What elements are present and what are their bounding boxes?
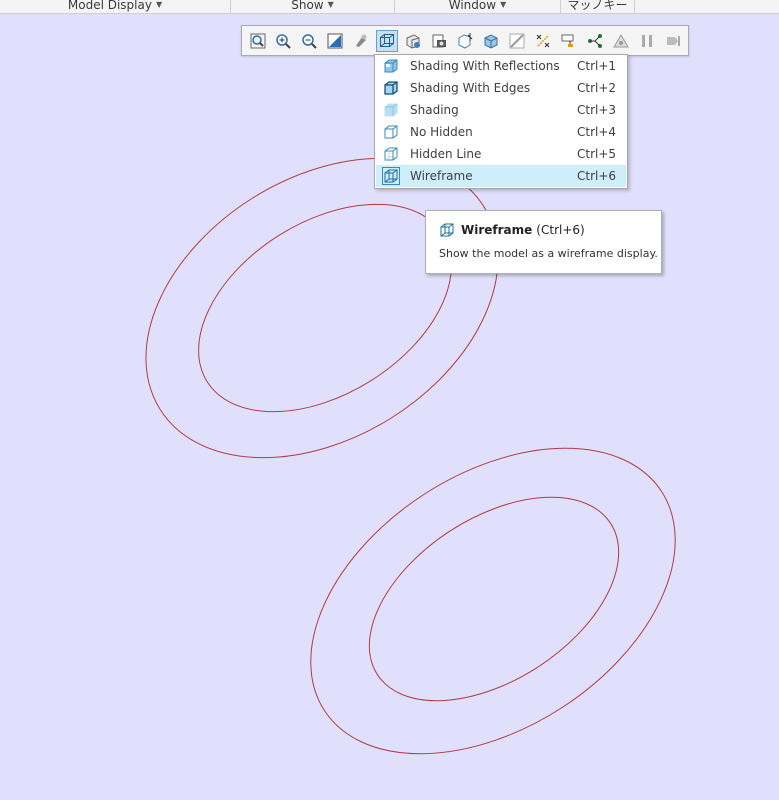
zoom-in-icon	[276, 34, 291, 49]
next-icon	[667, 36, 680, 46]
view-manager-button[interactable]	[402, 30, 424, 52]
perspective-view-button[interactable]	[428, 30, 450, 52]
menu-item-shortcut: Ctrl+1	[577, 59, 617, 73]
display-state-button[interactable]	[610, 30, 632, 52]
menu-item-wireframe[interactable]: Wireframe Ctrl+6	[376, 165, 626, 187]
point-display-button[interactable]	[584, 30, 606, 52]
annotation-display-icon	[509, 33, 525, 49]
no-hidden-icon	[384, 125, 398, 139]
tooltip-title: Wireframe (Ctrl+6)	[461, 223, 585, 237]
menu-item-label: Shading With Reflections	[410, 59, 560, 73]
menu-item-no-hidden[interactable]: No Hidden Ctrl+4	[376, 121, 626, 143]
saved-orientations-button[interactable]	[350, 30, 372, 52]
lower-inner-edge	[368, 496, 620, 702]
wireframe-tooltip: Wireframe (Ctrl+6) Show the model as a wi…	[425, 210, 662, 274]
repaint-icon	[327, 33, 343, 49]
repaint-button[interactable]	[324, 30, 346, 52]
csys-display-button[interactable]	[558, 30, 580, 52]
upper-inner-edge	[198, 203, 452, 413]
spin-center-button[interactable]	[532, 30, 554, 52]
menu-item-shading[interactable]: Shading Ctrl+3	[376, 99, 626, 121]
wireframe-icon	[440, 223, 454, 237]
datum-display-button[interactable]	[480, 30, 502, 52]
display-style-icon	[380, 34, 394, 47]
menu-item-label: Wireframe	[410, 169, 473, 183]
tooltip-title-text: Wireframe	[461, 223, 533, 237]
csys-display-icon	[561, 34, 574, 47]
refit-icon	[250, 33, 266, 49]
zoom-in-button[interactable]	[272, 30, 294, 52]
menu-item-label: Hidden Line	[410, 147, 482, 161]
pause-button[interactable]	[636, 30, 658, 52]
zoom-out-button[interactable]	[298, 30, 320, 52]
pause-icon	[642, 35, 652, 47]
view-manager-icon	[406, 34, 420, 49]
next-button[interactable]	[662, 30, 684, 52]
datum-display-icon	[484, 34, 498, 49]
menu-item-shortcut: Ctrl+3	[577, 103, 617, 117]
menu-item-hidden-line[interactable]: Hidden Line Ctrl+5	[376, 143, 626, 165]
menu-item-shortcut: Ctrl+5	[577, 147, 617, 161]
display-state-icon	[613, 34, 629, 48]
refit-button[interactable]	[247, 30, 269, 52]
spin-center-icon	[536, 34, 550, 48]
display-style-button[interactable]	[376, 30, 398, 52]
menu-item-shading-with-reflections[interactable]: Shading With Reflections Ctrl+1	[376, 55, 626, 77]
menu-item-shortcut: Ctrl+6	[577, 169, 617, 183]
perspective-view-icon	[432, 34, 446, 48]
shading-reflections-icon	[384, 59, 398, 73]
display-style-menu: Shading With Reflections Ctrl+1 Shading …	[374, 54, 628, 189]
wireframe-icon	[382, 167, 400, 185]
shading-icon	[384, 103, 398, 117]
menu-item-label: Shading With Edges	[410, 81, 531, 95]
graphics-toolbar	[241, 25, 689, 56]
annotation-display-button[interactable]	[506, 30, 528, 52]
section-button[interactable]	[454, 30, 476, 52]
tooltip-description: Show the model as a wireframe display.	[439, 247, 658, 260]
menu-item-label: Shading	[410, 103, 459, 117]
menu-item-shortcut: Ctrl+2	[577, 81, 617, 95]
section-icon	[458, 33, 473, 49]
hidden-line-icon	[384, 147, 398, 161]
shading-edges-icon	[384, 81, 398, 95]
saved-orientations-icon	[356, 34, 367, 47]
point-display-icon	[588, 34, 602, 48]
zoom-out-icon	[302, 34, 317, 49]
menu-item-label: No Hidden	[410, 125, 473, 139]
menu-item-shading-with-edges[interactable]: Shading With Edges Ctrl+2	[376, 77, 626, 99]
tooltip-shortcut: (Ctrl+6)	[536, 223, 585, 237]
menu-item-shortcut: Ctrl+4	[577, 125, 617, 139]
